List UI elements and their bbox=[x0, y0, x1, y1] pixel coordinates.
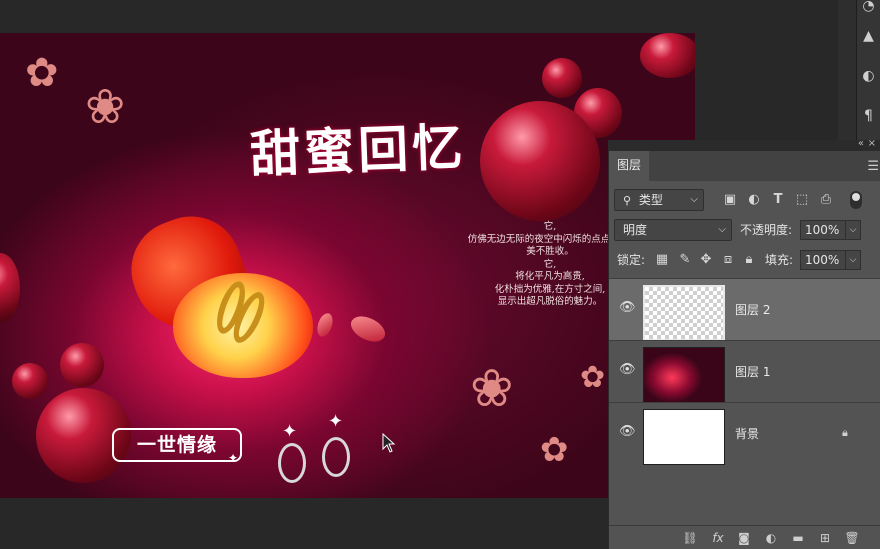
search-icon: ⚲ bbox=[623, 194, 632, 207]
lock-row: 锁定: ▦ ✎ ✥ ⧈ 🔒︎ 填充: 100% ⌵ bbox=[609, 249, 880, 273]
layers-panel-footer: ⛓ fx ◙ ◐ ▬ ⊞ 🗑︎ bbox=[609, 525, 880, 549]
panel-tab-bar: 图层 ☰ bbox=[609, 151, 880, 181]
adjust-icon[interactable]: ◔ bbox=[857, 0, 880, 20]
layers-panel: 图层 ☰ ⚲ 类型 ⌵ ▣ ◐ T ⬚ ⎙ 明度 ⌵ 不透明度: 100% ⌵ … bbox=[608, 151, 880, 549]
shape-filter-icon[interactable]: ⬚ bbox=[793, 191, 811, 209]
close-icon[interactable]: × bbox=[868, 138, 876, 149]
chevron-down-icon[interactable]: ⌵ bbox=[845, 250, 861, 270]
flower-ornament: ✿ bbox=[580, 360, 606, 395]
chevron-down-icon: ⌵ bbox=[718, 224, 726, 235]
red-bubble bbox=[0, 253, 20, 323]
new-layer-icon[interactable]: ⊞ bbox=[816, 529, 834, 547]
red-bubble bbox=[480, 101, 600, 221]
lock-position-icon[interactable]: ✥ bbox=[697, 251, 715, 269]
red-bubble bbox=[60, 343, 104, 387]
contrast-icon[interactable]: ◐ bbox=[857, 62, 880, 90]
petal bbox=[316, 311, 334, 339]
artwork-title: 甜蜜回忆 bbox=[249, 117, 468, 184]
document-canvas[interactable]: ✿ ❀ ❀ ✿ ✿ 甜蜜回忆 它, 仿佛无边无际的夜空中闪烁的点点繁星, 美不胜… bbox=[0, 33, 695, 498]
lock-transparency-icon[interactable]: ▦ bbox=[653, 251, 671, 269]
lock-artboard-icon[interactable]: ⧈ bbox=[719, 251, 737, 269]
panel-dock-edge bbox=[838, 0, 857, 140]
chevron-down-icon: ⌵ bbox=[690, 194, 698, 205]
eye-icon[interactable]: 👁︎ bbox=[619, 363, 636, 377]
layer-filter-row: ⚲ 类型 ⌵ ▣ ◐ T ⬚ ⎙ bbox=[609, 189, 880, 213]
sparkle-icon: ✦ bbox=[328, 411, 344, 432]
layer-name[interactable]: 背景 bbox=[735, 425, 759, 442]
petal bbox=[346, 309, 390, 349]
flower-ornament: ❀ bbox=[85, 79, 126, 135]
adjustment-layer-icon[interactable]: ◐ bbox=[762, 529, 780, 547]
layer-row[interactable]: 👁︎ 图层 1 bbox=[609, 340, 880, 403]
adjustment-filter-icon[interactable]: ◐ bbox=[745, 191, 763, 209]
link-icon[interactable]: ⛓ bbox=[681, 529, 699, 547]
red-bubble bbox=[640, 33, 695, 78]
trash-icon[interactable]: 🗑︎ bbox=[843, 529, 861, 547]
lock-all-icon[interactable]: 🔒︎ bbox=[740, 251, 758, 269]
red-bubble bbox=[542, 58, 582, 98]
eye-icon[interactable]: 👁︎ bbox=[619, 301, 636, 315]
lock-label: 锁定: bbox=[617, 253, 646, 267]
flower-ornament: ✿ bbox=[25, 50, 59, 96]
lock-icon: 🔒︎ bbox=[842, 426, 848, 439]
artwork-badge: 一世情缘 bbox=[112, 428, 242, 462]
fill-label: 填充: bbox=[765, 253, 794, 267]
red-bubble bbox=[12, 363, 48, 399]
silver-ring bbox=[278, 443, 306, 483]
eye-icon[interactable]: 👁︎ bbox=[619, 425, 636, 439]
opacity-input[interactable]: 100% bbox=[800, 220, 846, 240]
sparkle-icon: ✦ bbox=[282, 421, 298, 442]
layer-row[interactable]: 👁︎ 图层 2 bbox=[609, 278, 880, 341]
chevron-down-icon[interactable]: ⌵ bbox=[845, 220, 861, 240]
mouse-cursor-icon bbox=[382, 433, 396, 453]
layer-name[interactable]: 图层 1 bbox=[735, 363, 770, 380]
sparkle-icon: ✦ bbox=[228, 451, 239, 465]
opacity-label: 不透明度: bbox=[740, 223, 793, 237]
panel-menu-icon[interactable]: ☰ bbox=[867, 159, 879, 174]
tab-layers[interactable]: 图层 bbox=[609, 151, 649, 181]
lock-paint-icon[interactable]: ✎ bbox=[676, 251, 694, 269]
paragraph-icon[interactable]: ¶ bbox=[857, 102, 880, 130]
fill-input[interactable]: 100% bbox=[800, 250, 846, 270]
layer-thumbnail bbox=[643, 347, 725, 403]
folder-icon[interactable]: ▬ bbox=[789, 529, 807, 547]
collapse-icon[interactable]: « bbox=[858, 138, 864, 149]
panel-collapse-bar: « × bbox=[608, 138, 880, 151]
layer-name[interactable]: 图层 2 bbox=[735, 301, 770, 318]
fx-icon[interactable]: fx bbox=[709, 529, 727, 547]
layer-thumbnail bbox=[643, 285, 725, 341]
smart-object-filter-icon[interactable]: ⎙ bbox=[817, 191, 835, 209]
layer-thumbnail bbox=[643, 409, 725, 465]
image-filter-icon[interactable]: ▣ bbox=[721, 191, 739, 209]
mask-icon[interactable]: ◙ bbox=[735, 529, 753, 547]
filter-kind-select[interactable]: ⚲ 类型 ⌵ bbox=[614, 189, 704, 211]
ring-box-illustration bbox=[117, 202, 318, 378]
right-tool-strip: ◔ ▲ ◐ ¶ bbox=[857, 0, 880, 140]
type-filter-icon[interactable]: T bbox=[769, 191, 787, 209]
filter-toggle[interactable] bbox=[850, 191, 862, 209]
layer-row[interactable]: 👁︎ 背景 🔒︎ bbox=[609, 402, 880, 465]
stamp-icon[interactable]: ▲ bbox=[857, 22, 880, 50]
silver-ring bbox=[322, 437, 350, 477]
blend-mode-select[interactable]: 明度 ⌵ bbox=[614, 219, 732, 241]
flower-ornament: ✿ bbox=[540, 430, 569, 470]
blend-row: 明度 ⌵ 不透明度: 100% ⌵ bbox=[609, 219, 880, 243]
flower-ornament: ❀ bbox=[470, 359, 514, 419]
